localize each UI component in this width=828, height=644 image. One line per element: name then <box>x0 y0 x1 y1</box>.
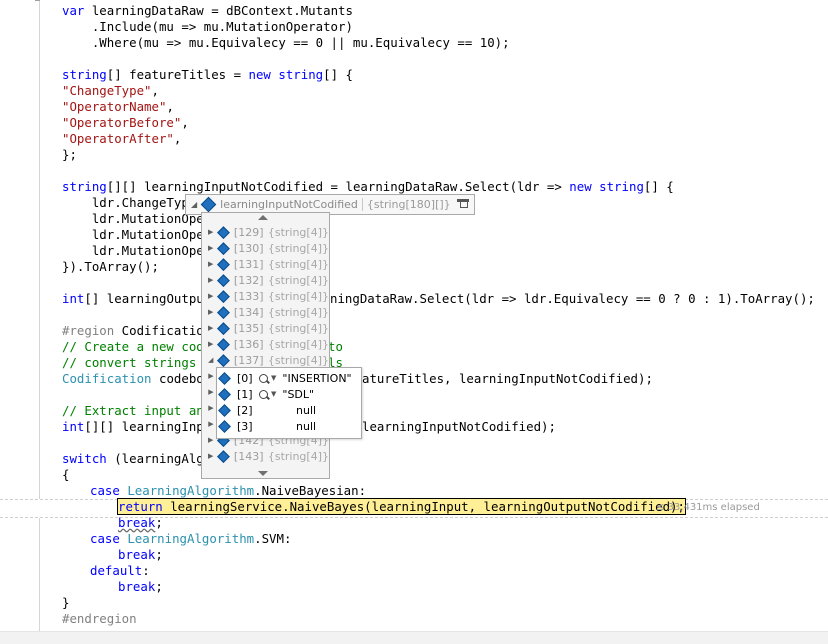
expand-arrow-icon[interactable]: ▶ <box>205 292 216 300</box>
code-line-tail: ningDataRaw.Select(ldr => ldr.Equivalecy… <box>330 291 815 306</box>
expand-arrow-icon[interactable]: ▶ <box>205 340 216 348</box>
current-statement[interactable]: return learningService.NaiveBayes(learni… <box>117 498 686 515</box>
visualizer-dropdown-icon[interactable]: ▼ <box>271 374 276 382</box>
field-cube-icon <box>217 321 230 335</box>
expand-arrow-icon[interactable]: ▶ <box>205 308 216 316</box>
field-cube-icon <box>217 449 230 463</box>
field-cube-icon <box>217 337 230 351</box>
field-cube-icon <box>217 225 230 239</box>
datatip-sub-row[interactable]: [0] ▼ "INSERTION" <box>217 370 361 386</box>
datatip-row[interactable]: ▶ [131] {string[4]} <box>202 256 329 272</box>
code-line: switch (learningAlgo <box>62 451 212 466</box>
field-cube-icon <box>218 403 231 417</box>
magnifier-icon[interactable] <box>259 373 268 383</box>
code-line: .Include(mu => mu.MutationOperator) <box>62 19 353 34</box>
datatip-row[interactable]: ▶ [133] {string[4]} <box>202 288 329 304</box>
code-line: string[] featureTitles = new string[] { <box>62 67 353 82</box>
datatip-value[interactable]: {string[180][]} <box>361 198 457 211</box>
datatip-row[interactable]: ▶ [143] {string[4]} <box>202 448 329 464</box>
collapse-marker <box>35 0 40 1</box>
expand-arrow-icon[interactable]: ▶ <box>205 324 216 332</box>
field-cube-icon <box>218 419 231 433</box>
datatip-sub-row[interactable]: [3] null <box>217 418 361 434</box>
datatip-row[interactable]: ▶ [129] {string[4]} <box>202 224 329 240</box>
comment-line: // Extract input and <box>62 403 212 418</box>
code-line-tail: learningInputNotCodified); <box>362 419 556 434</box>
code-line: Codification codebo <box>62 371 204 386</box>
datatip-row[interactable]: ▶ [134] {string[4]} <box>202 304 329 320</box>
code-line: ldr.ChangeTyp <box>62 195 189 210</box>
code-line: break; <box>118 579 163 594</box>
code-line: break; <box>118 515 163 530</box>
datatip-row[interactable]: ▶ [130] {string[4]} <box>202 240 329 256</box>
field-cube-icon <box>217 241 230 255</box>
comment-line-tail: to <box>328 339 343 354</box>
field-cube-icon <box>217 353 230 367</box>
code-line-tail: atureTitles, learningInputNotCodified); <box>362 371 653 386</box>
field-cube-icon <box>217 289 230 303</box>
code-line: int[] learningOutput <box>62 291 212 306</box>
scroll-up-arrow-icon[interactable] <box>258 215 268 220</box>
comment-line: // convert strings i <box>62 355 212 370</box>
field-cube-icon <box>217 305 230 319</box>
code-line: }).ToArray(); <box>62 259 159 274</box>
perftip-elapsed[interactable]: ≤ 33,431ms elapsed <box>656 502 760 513</box>
comment-line: // Create a new codi <box>62 339 212 354</box>
field-cube-icon <box>218 371 231 385</box>
expand-arrow-icon[interactable]: ▶ <box>205 228 216 236</box>
code-line: } <box>62 595 70 610</box>
field-cube-icon <box>218 387 231 401</box>
code-line: var learningDataRaw = dBContext.Mutants <box>62 3 353 18</box>
field-cube-icon <box>217 273 230 287</box>
datatip-sub-row[interactable]: [1] ▼ "SDL" <box>217 386 361 402</box>
datatip-name: learningInputNotCodified <box>220 198 358 211</box>
datatip-sub-row[interactable]: [2] null <box>217 402 361 418</box>
expand-arrow-icon[interactable]: ▶ <box>205 244 216 252</box>
code-line: "OperatorBefore", <box>62 115 189 130</box>
expand-arrow-icon[interactable]: ▶ <box>205 452 216 460</box>
code-line: int[][] learningInpu <box>62 419 212 434</box>
datatip-nested[interactable]: [0] ▼ "INSERTION" [1] ▼ "SDL" [2] null [3] nul… <box>216 367 362 439</box>
code-line: break; <box>118 547 163 562</box>
code-line: }; <box>62 147 77 162</box>
editor-gutter-line <box>39 0 40 643</box>
magnifier-icon[interactable] <box>259 389 268 399</box>
code-line: { <box>62 467 70 482</box>
code-line: ldr.MutationOper <box>62 243 212 258</box>
region-line: #region Codification <box>62 323 212 338</box>
code-line: .Where(mu => mu.Equivalecy == 0 || mu.Eq… <box>62 35 510 50</box>
field-cube-icon <box>217 257 230 271</box>
expand-arrow-icon[interactable]: ▶ <box>205 260 216 268</box>
editor-bottom-bar <box>0 631 828 644</box>
expand-arrow-icon[interactable]: ▶ <box>205 276 216 284</box>
visualizer-dropdown-icon[interactable]: ▼ <box>271 390 276 398</box>
code-line: "OperatorName", <box>62 99 174 114</box>
code-line: "ChangeType", <box>62 83 159 98</box>
datatip-row[interactable]: ▶ [135] {string[4]} <box>202 320 329 336</box>
code-line: string[][] learningInputNotCodified = le… <box>62 179 674 194</box>
datatip-row-expanded[interactable]: ◢ [137] {string[4]} <box>202 352 329 368</box>
code-line: ldr.MutationOper <box>62 227 212 242</box>
scroll-down-arrow-icon[interactable] <box>258 471 268 476</box>
datatip-row[interactable]: ▶ [132] {string[4]} <box>202 272 329 288</box>
datatip-row[interactable]: ▶ [136] {string[4]} <box>202 336 329 352</box>
code-line: default: <box>90 563 150 578</box>
collapse-arrow-icon[interactable]: ◢ <box>205 356 216 364</box>
field-cube-icon <box>200 196 217 213</box>
code-line: "OperatorAfter", <box>62 131 182 146</box>
pin-icon[interactable] <box>456 199 469 210</box>
collapse-arrow-icon[interactable]: ◢ <box>186 200 201 209</box>
expand-arrow-icon[interactable]: ▶ <box>205 436 216 444</box>
code-line: case LearningAlgorithm.NaiveBayesian: <box>90 483 367 498</box>
region-end-line: #endregion <box>62 611 137 626</box>
code-line: case LearningAlgorithm.SVM: <box>90 531 292 546</box>
